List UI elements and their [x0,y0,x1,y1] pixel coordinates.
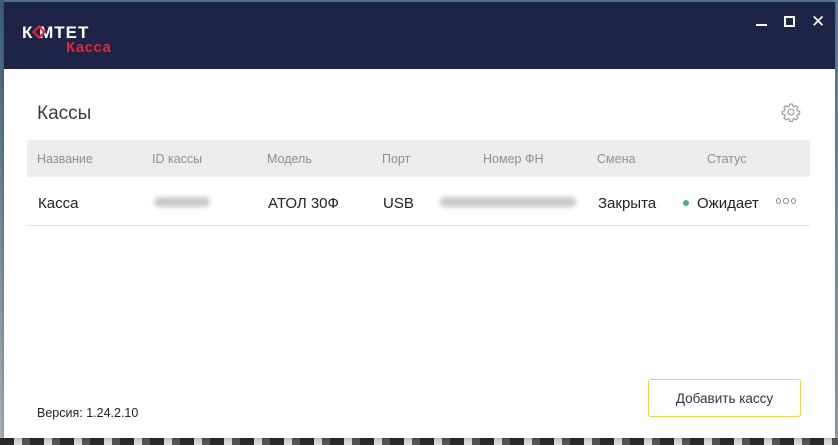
page-title: Кассы [37,103,92,124]
maximize-icon [784,16,795,27]
table-header: Название ID кассы Модель Порт Номер ФН С… [27,140,810,177]
cell-id-redacted [154,197,210,207]
more-dot [783,198,789,204]
minimize-button[interactable] [755,14,769,30]
close-button[interactable]: ✕ [811,12,826,31]
cell-model: АТОЛ 30Ф [268,195,339,212]
column-header-id[interactable]: ID кассы [152,152,202,166]
cell-shift: Закрыта [598,195,657,212]
column-header-status[interactable]: Статус [707,152,747,166]
column-header-model[interactable]: Модель [267,152,312,166]
cell-status: Ожидает [697,195,759,212]
close-icon: ✕ [811,12,826,31]
window-controls: ✕ [755,12,826,34]
add-kassa-button[interactable]: Добавить кассу [648,379,801,417]
logo-bottom-text: Касса [66,39,112,56]
cell-fn-number-redacted [440,197,576,207]
app-window: К МТЕТ Касса ✕ Кассы Название ID кассы М… [4,2,835,438]
more-options-icon[interactable] [776,198,796,206]
more-dot [776,198,782,204]
minimize-icon [756,24,767,26]
column-header-shift[interactable]: Смена [597,152,635,166]
komtet-logo: К МТЕТ Касса [22,24,132,58]
taskbar-strip [0,438,838,445]
maximize-button[interactable] [783,14,797,30]
cell-port: USB [383,195,414,212]
titlebar[interactable]: К МТЕТ Касса ✕ [4,2,835,69]
cell-name: Касса [38,195,79,212]
table-row[interactable]: Касса АТОЛ 30Ф USB Закрыта Ожидает [27,180,810,226]
gear-icon[interactable] [781,102,801,122]
column-header-fn-number[interactable]: Номер ФН [483,152,543,166]
more-dot [790,198,796,204]
column-header-port[interactable]: Порт [382,152,410,166]
column-header-name[interactable]: Название [37,152,93,166]
version-label: Версия: 1.24.2.10 [37,406,139,420]
status-dot-icon [683,200,689,206]
